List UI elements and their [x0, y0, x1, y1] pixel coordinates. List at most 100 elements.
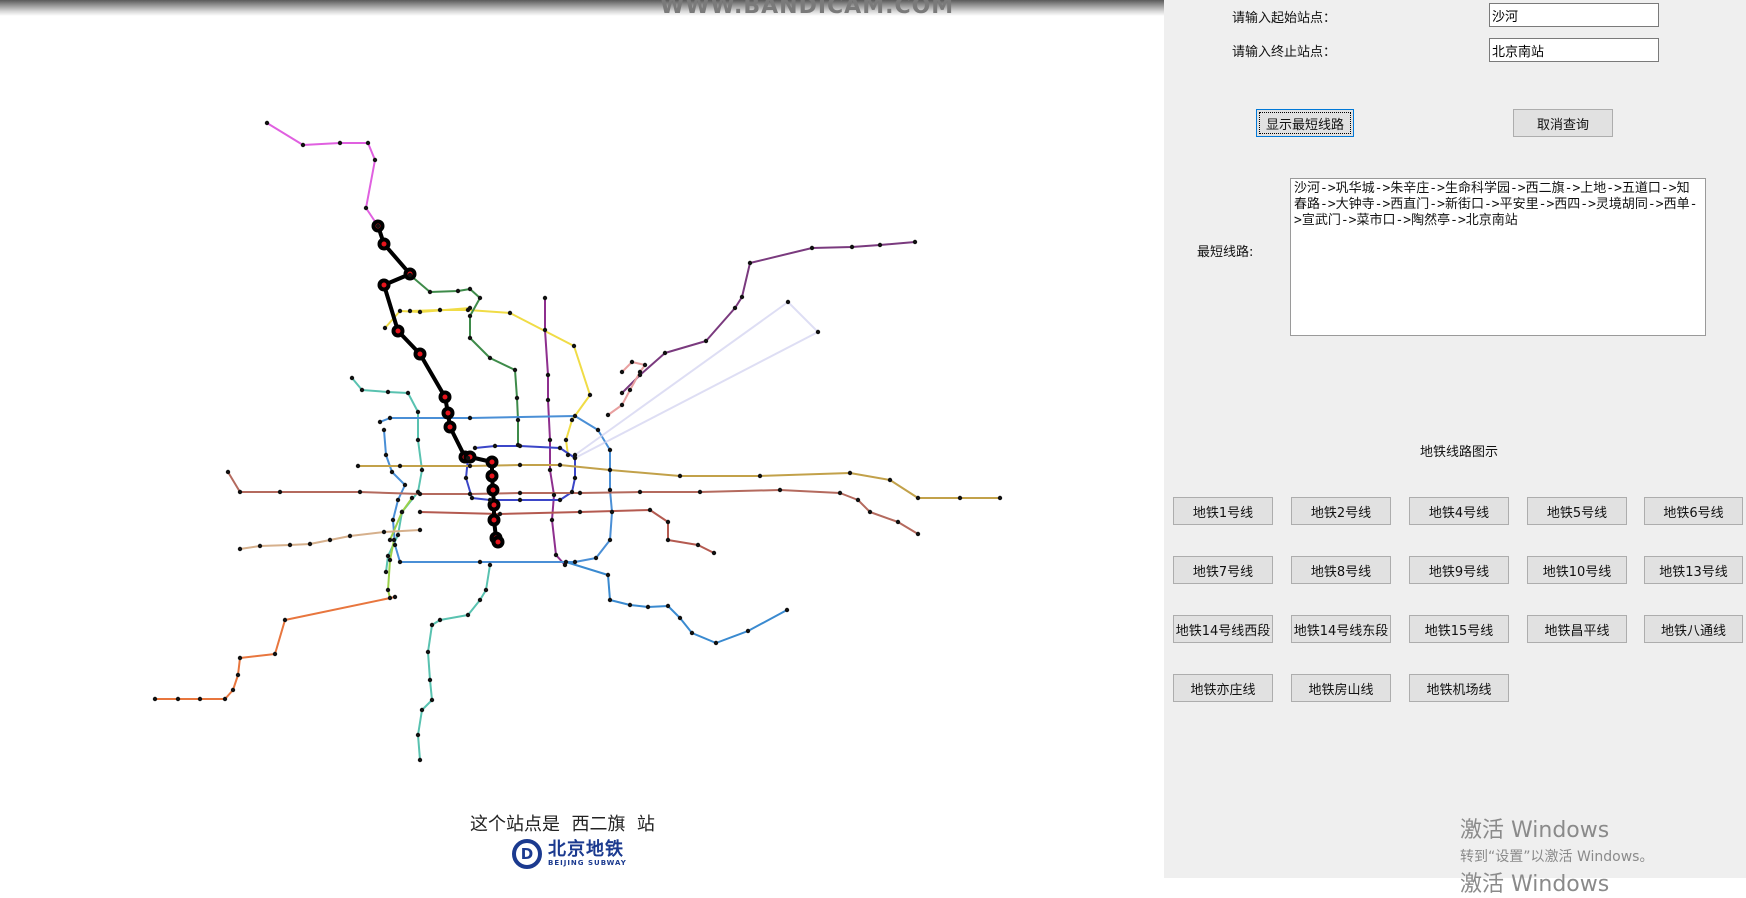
station-dot[interactable]: [569, 489, 575, 495]
station-dot[interactable]: [427, 289, 433, 295]
station-dot[interactable]: [809, 245, 815, 251]
route-station-marker[interactable]: [413, 347, 427, 361]
station-dot[interactable]: [609, 509, 615, 515]
station-dot[interactable]: [637, 369, 643, 375]
station-dot[interactable]: [572, 455, 578, 461]
line-button-4[interactable]: 地铁5号线: [1527, 497, 1627, 525]
station-dot[interactable]: [197, 696, 203, 702]
station-dot[interactable]: [409, 495, 415, 501]
end-station-input[interactable]: [1489, 38, 1659, 62]
station-dot[interactable]: [355, 463, 361, 469]
station-dot[interactable]: [372, 157, 378, 163]
line-button-14[interactable]: 地铁昌平线: [1527, 615, 1627, 643]
station-dot[interactable]: [642, 362, 648, 368]
station-dot[interactable]: [359, 387, 365, 393]
station-dot[interactable]: [349, 375, 355, 381]
station-dot[interactable]: [915, 495, 921, 501]
station-dot[interactable]: [515, 417, 521, 423]
station-dot[interactable]: [429, 622, 435, 628]
station-dot[interactable]: [542, 327, 548, 333]
station-dot[interactable]: [405, 390, 411, 396]
station-dot[interactable]: [427, 677, 433, 683]
station-dot[interactable]: [390, 517, 396, 523]
station-dot[interactable]: [572, 475, 578, 481]
station-dot[interactable]: [912, 239, 918, 245]
station-dot[interactable]: [397, 308, 403, 314]
station-dot[interactable]: [385, 587, 391, 593]
station-dot[interactable]: [417, 309, 423, 315]
station-dot[interactable]: [662, 350, 668, 356]
station-dot[interactable]: [257, 543, 263, 549]
station-dot[interactable]: [677, 615, 683, 621]
station-dot[interactable]: [517, 497, 523, 503]
station-dot[interactable]: [237, 546, 243, 552]
station-dot[interactable]: [607, 597, 613, 603]
station-dot[interactable]: [337, 140, 343, 146]
line-button-8[interactable]: 地铁9号线: [1409, 556, 1509, 584]
station-dot[interactable]: [887, 477, 893, 483]
station-dot[interactable]: [402, 482, 408, 488]
station-dot[interactable]: [572, 413, 578, 419]
station-dot[interactable]: [507, 310, 513, 316]
station-dot[interactable]: [777, 487, 783, 493]
station-dot[interactable]: [565, 452, 571, 458]
station-dot[interactable]: [363, 205, 369, 211]
station-dot[interactable]: [997, 495, 1003, 501]
station-dot[interactable]: [395, 497, 401, 503]
station-dot[interactable]: [467, 335, 473, 341]
station-dot[interactable]: [465, 612, 471, 618]
station-dot[interactable]: [425, 649, 431, 655]
station-dot[interactable]: [867, 509, 873, 515]
station-dot[interactable]: [383, 452, 389, 458]
station-dot[interactable]: [467, 491, 473, 497]
station-dot[interactable]: [645, 604, 651, 610]
line-button-15[interactable]: 地铁八通线: [1644, 615, 1743, 643]
station-dot[interactable]: [357, 489, 363, 495]
station-dot[interactable]: [697, 489, 703, 495]
route-station-marker[interactable]: [377, 237, 391, 251]
station-dot[interactable]: [647, 507, 653, 513]
station-dot[interactable]: [437, 617, 443, 623]
station-dot[interactable]: [849, 244, 855, 250]
station-dot[interactable]: [607, 467, 613, 473]
line-button-1[interactable]: 地铁1号线: [1173, 497, 1273, 525]
station-dot[interactable]: [572, 559, 578, 565]
station-dot[interactable]: [383, 569, 389, 575]
station-dot[interactable]: [713, 640, 719, 646]
station-dot[interactable]: [512, 367, 518, 373]
station-dot[interactable]: [467, 313, 473, 319]
station-dot[interactable]: [551, 492, 557, 498]
station-dot[interactable]: [557, 497, 563, 503]
station-dot[interactable]: [264, 120, 270, 126]
station-dot[interactable]: [605, 412, 611, 418]
station-dot[interactable]: [415, 409, 421, 415]
subway-map[interactable]: [0, 0, 1164, 800]
station-dot[interactable]: [392, 542, 398, 548]
route-station-marker[interactable]: [441, 406, 455, 420]
station-dot[interactable]: [230, 687, 236, 693]
line-button-5[interactable]: 地铁6号线: [1644, 497, 1743, 525]
line-button-7[interactable]: 地铁8号线: [1291, 556, 1391, 584]
station-dot[interactable]: [365, 140, 371, 146]
station-dot[interactable]: [595, 427, 601, 433]
station-dot[interactable]: [815, 329, 821, 335]
station-dot[interactable]: [467, 286, 473, 292]
station-dot[interactable]: [514, 395, 520, 401]
station-dot[interactable]: [605, 572, 611, 578]
station-dot[interactable]: [563, 437, 569, 443]
station-dot[interactable]: [347, 533, 353, 539]
line-button-16[interactable]: 地铁亦庄线: [1173, 674, 1273, 702]
station-dot[interactable]: [784, 607, 790, 613]
station-dot[interactable]: [469, 495, 475, 501]
station-dot[interactable]: [465, 455, 471, 461]
station-dot[interactable]: [477, 597, 483, 603]
station-dot[interactable]: [487, 497, 493, 503]
station-dot[interactable]: [385, 553, 391, 559]
station-dot[interactable]: [665, 537, 671, 543]
station-dot[interactable]: [593, 555, 599, 561]
station-dot[interactable]: [547, 437, 553, 443]
station-dot[interactable]: [553, 552, 559, 558]
start-station-input[interactable]: [1489, 3, 1659, 27]
line-button-12[interactable]: 地铁14号线东段: [1291, 615, 1391, 643]
station-dot[interactable]: [517, 490, 523, 496]
